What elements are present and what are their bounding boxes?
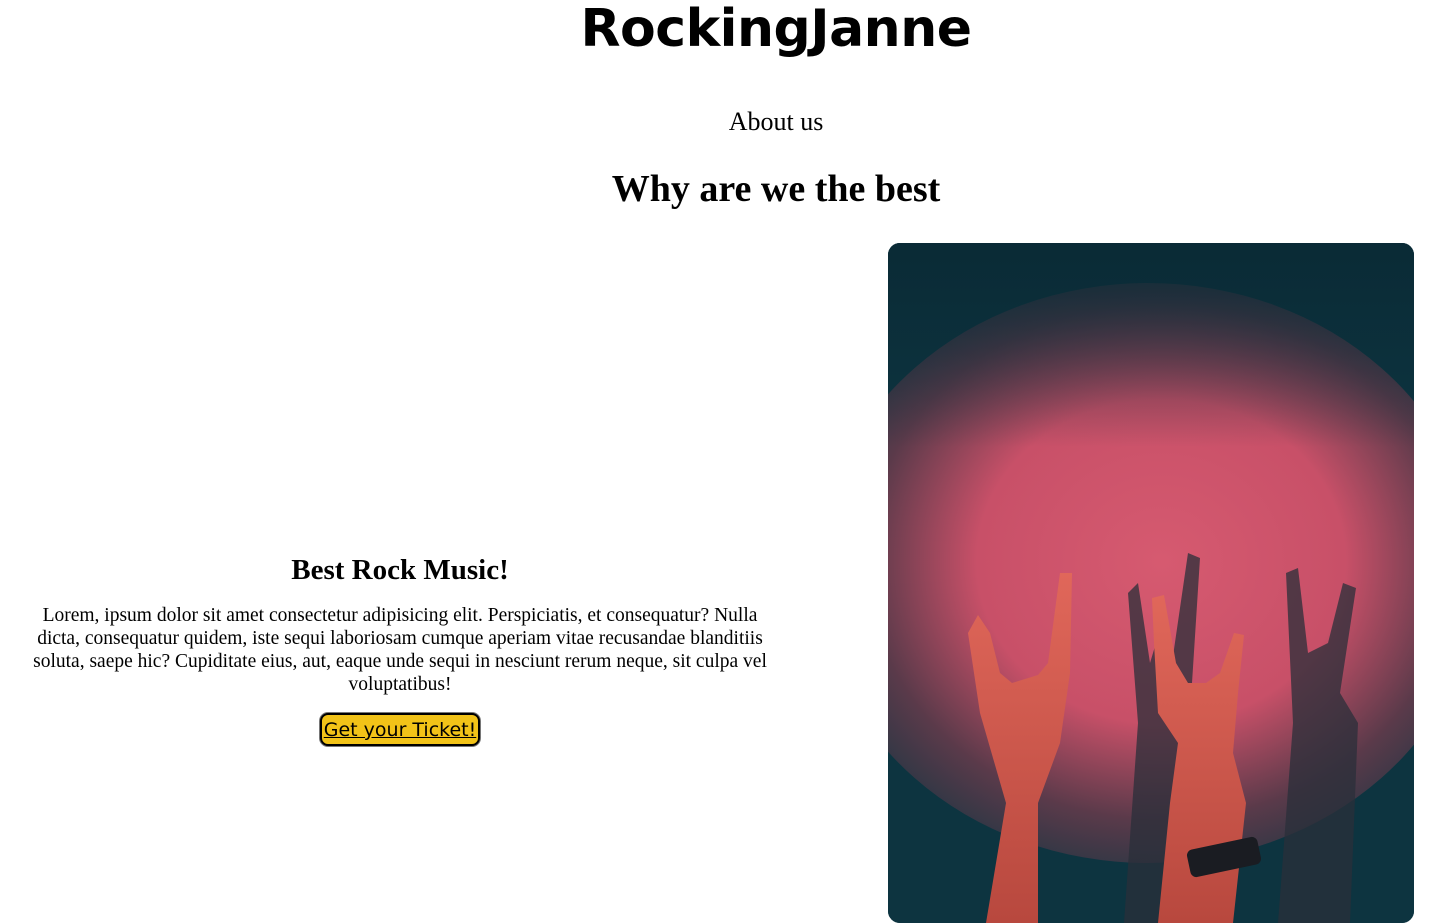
rock-hands-photo bbox=[888, 243, 1414, 923]
get-ticket-button[interactable]: Get your Ticket! bbox=[319, 713, 481, 746]
site-title: RockingJanne bbox=[580, 0, 972, 59]
feature-description: Lorem, ipsum dolor sit amet consectetur … bbox=[33, 605, 767, 695]
nav-link-about-us[interactable]: About us bbox=[0, 106, 1441, 138]
rock-hands-illustration bbox=[888, 243, 1414, 923]
section-heading: Why are we the best bbox=[611, 168, 941, 210]
feature-text-block: Best Rock Music! Lorem, ipsum dolor sit … bbox=[20, 550, 780, 746]
feature-title: Best Rock Music! bbox=[291, 554, 509, 586]
